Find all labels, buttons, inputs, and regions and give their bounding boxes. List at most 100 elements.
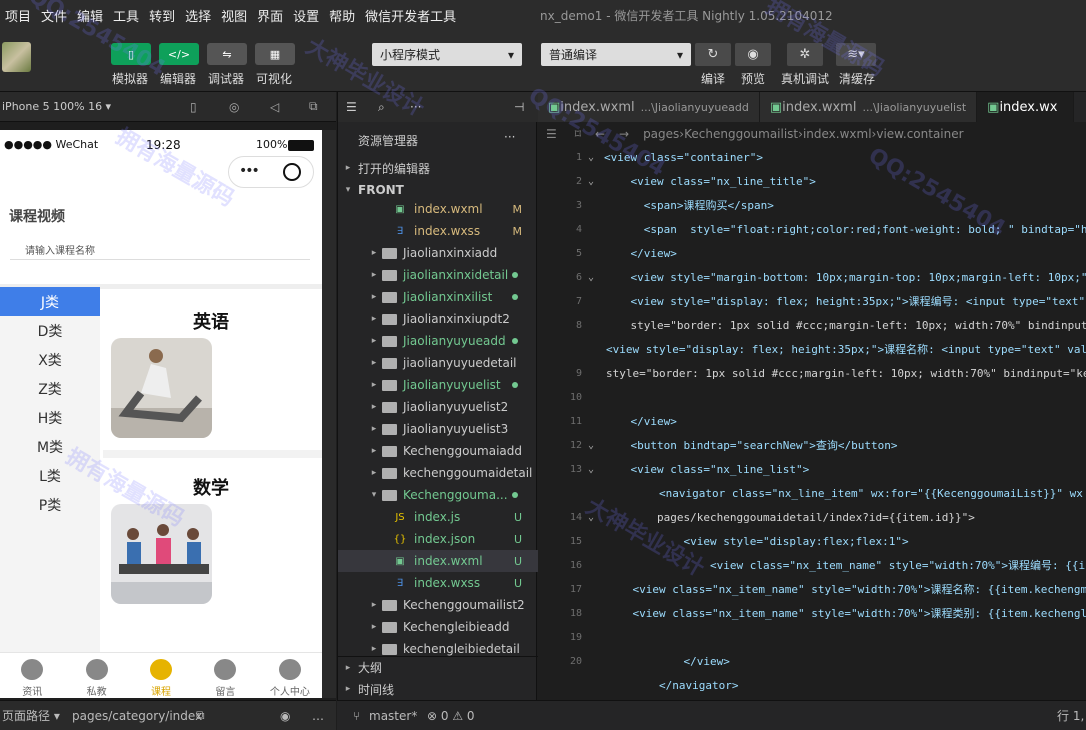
tree-row[interactable]: ▸ Jiaolianyuyueadd (338, 330, 538, 352)
course-card-english[interactable]: 英语 (103, 290, 322, 448)
code-line[interactable]: 9 style="border: 1px solid #ccc;margin-le… (538, 362, 1086, 386)
breadcrumb-item[interactable]: view.container (876, 127, 963, 141)
breadcrumb-item[interactable]: pages (643, 127, 679, 141)
code-area[interactable]: 1 ⌄ <view class="container"> 2 ⌄ <view class… (538, 146, 1086, 700)
compile-mode-select[interactable]: 普通编译 ▾ (541, 43, 691, 66)
code-line[interactable]: <navigator class="nx_line_item" wx:for="… (538, 482, 1086, 506)
cursor-position[interactable]: 行 1, (1057, 707, 1084, 724)
clear-cache-button[interactable]: ≋▾ (836, 43, 876, 66)
tree-row[interactable]: ▸ jiaolianxinxidetail (338, 264, 538, 286)
code-line[interactable]: <view style="display: flex; height:35px;… (538, 338, 1086, 362)
menu-item[interactable]: 项目 (0, 6, 36, 25)
tree-row[interactable]: ▸ jiaolianyuyuedetail (338, 352, 538, 374)
tree-row[interactable]: ▸ Jiaolianxinxiadd (338, 242, 538, 264)
search-icon[interactable]: ⌕ (378, 100, 385, 115)
visual-toggle-button[interactable]: ▦ (255, 43, 295, 65)
tree-row[interactable]: ▸ Kechengleibieadd (338, 616, 538, 638)
device-select[interactable]: iPhone 5 100% 16 ▾ (0, 100, 111, 113)
problems-count[interactable]: ⊗ 0 ⚠ 0 (427, 709, 475, 723)
tree-row[interactable]: ▾ Kechenggouma... (338, 484, 538, 506)
speaker-icon[interactable]: ◁ (270, 100, 279, 114)
menu-icon[interactable]: ☰ (346, 100, 357, 114)
tree-row[interactable]: ▸ Kechenggoumaiadd (338, 440, 538, 462)
fold-chevron-icon[interactable]: ⌄ (588, 458, 594, 482)
split-icon[interactable]: ⊣ (514, 100, 524, 114)
category-item[interactable]: X类 (0, 345, 100, 374)
code-line[interactable]: 19 (538, 626, 1086, 650)
code-line[interactable]: 6 ⌄ <view style="margin-bottom: 10px;marg… (538, 266, 1086, 290)
category-item[interactable]: D类 (0, 316, 100, 345)
search-input[interactable]: 请输入课程名称 (10, 234, 310, 260)
tree-row[interactable]: ▸ Jiaolianyuyuelist3 (338, 418, 538, 440)
code-line[interactable]: 17 <view class="nx_item_name" style="wid… (538, 578, 1086, 602)
capsule-menu[interactable]: ••• (228, 156, 314, 188)
compile-button[interactable]: ↻ (695, 43, 731, 66)
tree-row[interactable]: {} index.json U (338, 528, 538, 550)
code-line[interactable]: </navigator> (538, 674, 1086, 698)
open-editors-section[interactable]: ▸ 打开的编辑器 (338, 157, 538, 179)
preview-button[interactable]: ◉ (735, 43, 771, 66)
category-item[interactable]: P类 (0, 490, 100, 519)
category-item[interactable]: J类 (0, 287, 100, 316)
more-dots-icon[interactable]: ••• (239, 163, 260, 179)
mode-select[interactable]: 小程序模式 ▾ (372, 43, 522, 66)
tab-item[interactable]: 课程 (129, 653, 193, 698)
tree-row[interactable]: ▸ Jiaolianyuyuelist (338, 374, 538, 396)
tab-item[interactable]: 私教 (64, 653, 128, 698)
tree-row[interactable]: ∃ index.wxss U (338, 572, 538, 594)
code-line[interactable]: 5 </view> (538, 242, 1086, 266)
record-icon[interactable]: ◎ (229, 100, 239, 114)
code-line[interactable]: 3 <span>课程购买</span> (538, 194, 1086, 218)
fold-chevron-icon[interactable]: ⌄ (588, 146, 594, 170)
branch-name[interactable]: master* (369, 709, 417, 723)
category-item[interactable]: L类 (0, 461, 100, 490)
code-line[interactable]: 4 <span style="float:right;color:red;fon… (538, 218, 1086, 242)
editor-tab[interactable]: ▣ index.wxml ...\Jiaolianyuyuelist (759, 92, 978, 122)
tree-row[interactable]: ▣ index.wxml U (338, 550, 538, 572)
simulator-toggle-button[interactable]: ▯ (111, 43, 151, 65)
tree-row[interactable]: ▸ Jiaolianxinxilist (338, 286, 538, 308)
fold-chevron-icon[interactable]: ⌄ (588, 266, 594, 290)
code-line[interactable]: 12 ⌄ <button bindtap="searchNew">查询</butt… (538, 434, 1086, 458)
copy-icon[interactable]: ⧉ (196, 708, 205, 723)
category-item[interactable]: Z类 (0, 374, 100, 403)
tree-row[interactable]: ▸ kechenggoumaidetail (338, 462, 538, 484)
breadcrumb-item[interactable]: index.wxml (803, 127, 872, 141)
bookmark-icon[interactable]: ⌑ (575, 127, 581, 141)
close-mini-icon[interactable] (283, 163, 301, 181)
code-line[interactable]: 1 ⌄ <view class="container"> (538, 146, 1086, 170)
code-line[interactable]: 20 </view> (538, 650, 1086, 674)
tab-item[interactable]: 留言 (193, 653, 257, 698)
code-line[interactable]: 8 style="border: 1px solid #ccc;margin-l… (538, 314, 1086, 338)
menu-item[interactable]: 视图 (216, 6, 252, 25)
debugger-toggle-button[interactable]: ⇋ (207, 43, 247, 65)
eye-icon[interactable]: ◉ (280, 709, 290, 723)
popout-icon[interactable]: ⧉ (309, 99, 318, 114)
code-line[interactable]: 13 ⌄ <view class="nx_line_list"> (538, 458, 1086, 482)
explorer-more-icon[interactable]: ··· (504, 130, 515, 144)
menu-item[interactable]: 文件 (36, 6, 72, 25)
back-arrow-icon[interactable]: ← (595, 127, 605, 141)
tree-row[interactable]: ▸ Jiaolianyuyuelist2 (338, 396, 538, 418)
menu-item[interactable]: 转到 (144, 6, 180, 25)
tab-item[interactable]: 个人中心 (258, 653, 322, 698)
course-card-math[interactable]: 数学 (103, 460, 322, 618)
tree-row[interactable]: ▸ Jiaolianxinxiupdt2 (338, 308, 538, 330)
breadcrumb-item[interactable]: Kechenggoumailist (684, 127, 798, 141)
fold-chevron-icon[interactable]: ⌄ (588, 170, 594, 194)
menu-item[interactable]: 微信开发者工具 (360, 6, 461, 25)
code-line[interactable]: 18 <view class="nx_item_name" style="wid… (538, 602, 1086, 626)
page-path-label[interactable]: 页面路径 ▾ (0, 707, 60, 724)
menu-item[interactable]: 界面 (252, 6, 288, 25)
tree-row[interactable]: JS index.js U (338, 506, 538, 528)
tree-row[interactable]: ▣ index.wxml M (338, 198, 538, 220)
tab-item[interactable]: 资讯 (0, 653, 64, 698)
tree-row[interactable]: ▸ Kechenggoumailist2 (338, 594, 538, 616)
more-icon[interactable]: ··· (410, 100, 421, 114)
real-debug-button[interactable]: ✲ (787, 43, 823, 66)
code-line[interactable]: 11 </view> (538, 410, 1086, 434)
forward-arrow-icon[interactable]: → (619, 127, 629, 141)
timeline-section[interactable]: ▸ 时间线 (338, 678, 538, 700)
editor-toggle-button[interactable]: </> (159, 43, 199, 65)
code-line[interactable]: 2 ⌄ <view class="nx_line_title"> (538, 170, 1086, 194)
